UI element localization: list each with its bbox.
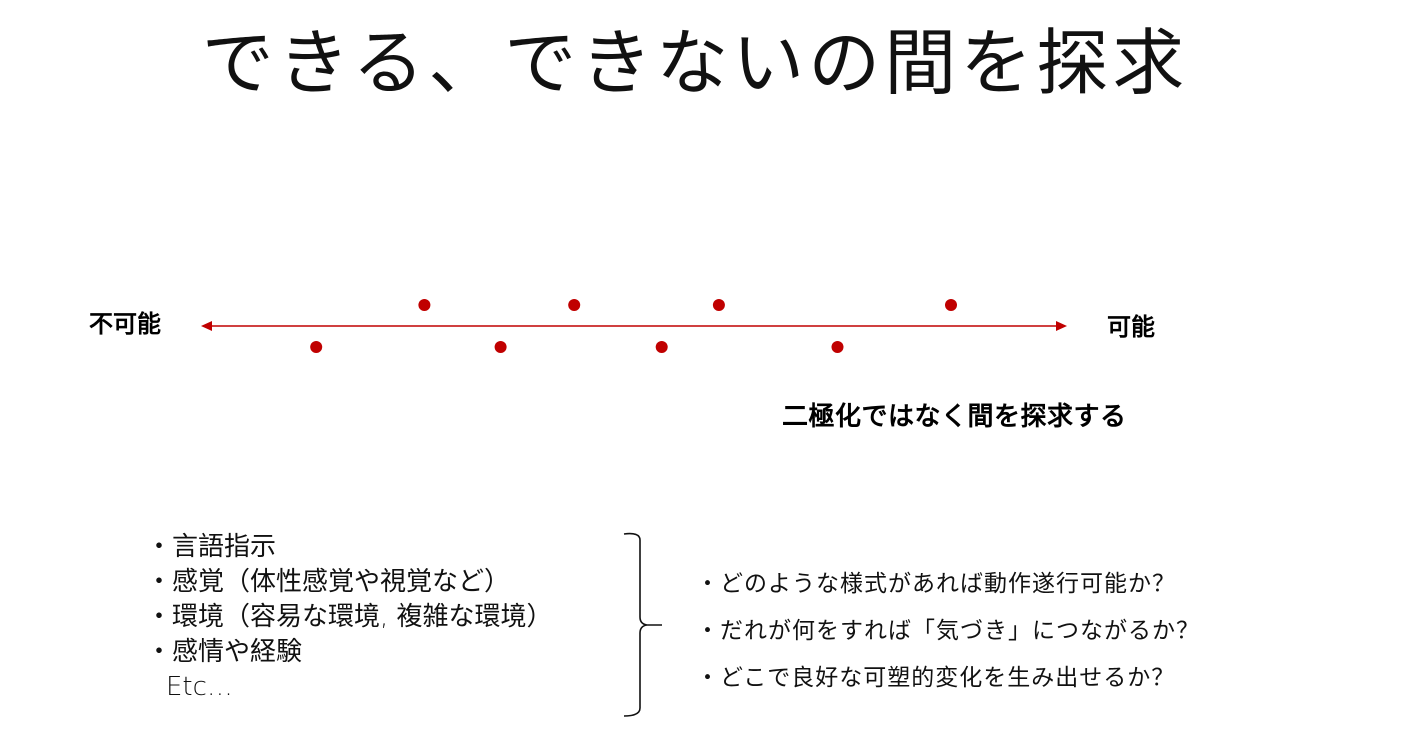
spectrum-point xyxy=(831,341,844,353)
arrow-right-icon xyxy=(1056,321,1067,331)
question-item: ・だれが何をすれば「気づき」につながるか？ xyxy=(696,618,1200,644)
spectrum-point xyxy=(568,299,581,311)
factor-item: ・感覚（体性感覚や視覚など） xyxy=(146,567,511,597)
arrow-left-icon xyxy=(201,321,212,331)
spectrum-point xyxy=(310,341,323,353)
spectrum-point xyxy=(418,299,431,311)
factor-item: ・感情や経験 xyxy=(146,637,303,667)
spectrum-point xyxy=(945,299,957,311)
factor-list: ・言語指示 ・感覚（体性感覚や視覚など） ・環境（容易な環境, 複雑な環境） ・… xyxy=(146,530,553,705)
slide: できる、できないの間を探求 不可能 可能 二極化ではなく間を探求する ・言語指示… xyxy=(0,0,1408,751)
impossible-label: 不可能 xyxy=(89,310,161,338)
slide-title: できる、できないの間を探求 xyxy=(201,21,1189,105)
factor-item: ・環境（容易な環境, 複雑な環境） xyxy=(146,602,553,632)
question-item: ・どのような様式があれば動作遂行可能か？ xyxy=(696,571,1176,597)
question-list: ・どのような様式があれば動作遂行可能か？ ・だれが何をすれば「気づき」につながる… xyxy=(696,561,1200,702)
spectrum-points xyxy=(310,299,957,353)
factor-etc: Etc… xyxy=(166,672,233,702)
possible-label: 可能 xyxy=(1107,313,1155,341)
factor-item: ・言語指示 xyxy=(146,532,277,562)
spectrum-point xyxy=(494,341,507,353)
spectrum-axis xyxy=(201,321,1067,331)
question-item: ・どこで良好な可塑的変化を生み出せるか？ xyxy=(696,665,1176,691)
spectrum-point xyxy=(655,341,668,353)
explore-between-caption: 二極化ではなく間を探求する xyxy=(782,402,1127,432)
right-curly-brace-icon xyxy=(623,532,662,717)
spectrum-point xyxy=(712,299,725,311)
